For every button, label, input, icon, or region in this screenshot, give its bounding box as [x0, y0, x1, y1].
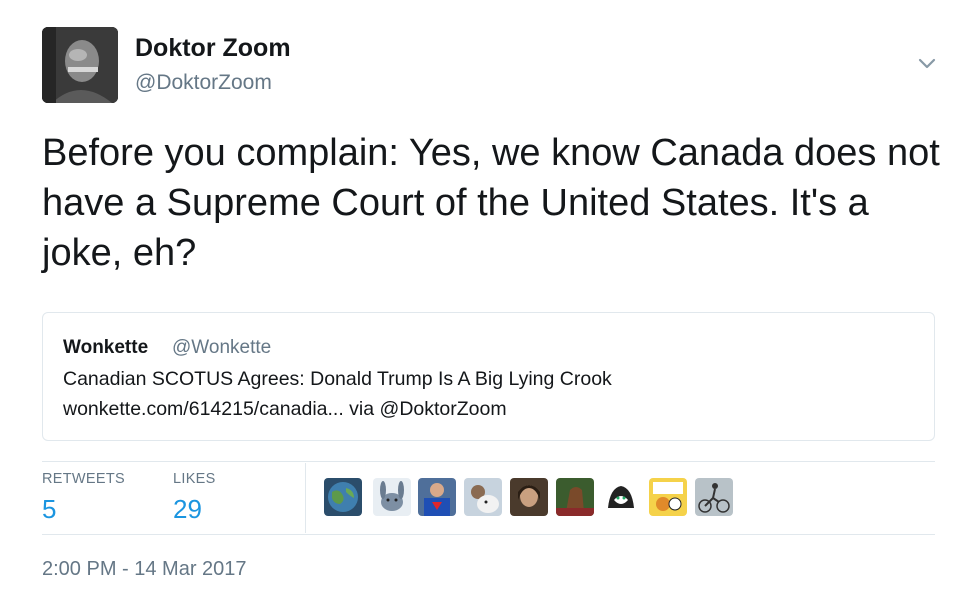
tweet-timestamp[interactable]: 2:00 PM - 14 Mar 2017 [42, 558, 247, 581]
quoted-headline: Canadian SCOTUS Agrees: Donald Trump Is … [63, 368, 612, 390]
quoted-author-handle: @Wonkette [172, 337, 272, 358]
quoted-tweet-card[interactable]: Wonkette @Wonkette Canadian SCOTUS Agree… [42, 312, 935, 441]
tweet-text: Before you complain: Yes, we know Canada… [42, 132, 940, 274]
stats-bottom-divider [42, 534, 935, 535]
eeyore-avatar[interactable] [373, 478, 411, 516]
tweet-container: Doktor Zoom @DoktorZoom Before you compl… [0, 0, 980, 596]
quoted-author-name: Wonkette [63, 337, 149, 358]
cat-avatar[interactable] [602, 478, 640, 516]
stats-top-divider [42, 461, 935, 462]
retweets-label: RETWEETS [42, 471, 125, 487]
dog-avatar[interactable] [464, 478, 502, 516]
woman-avatar[interactable] [510, 478, 548, 516]
horse-avatar[interactable] [556, 478, 594, 516]
earth-avatar[interactable] [324, 478, 362, 516]
superman-avatar[interactable] [418, 478, 456, 516]
author-handle[interactable]: @DoktorZoom [135, 71, 272, 95]
cartoon-avatar[interactable] [649, 478, 687, 516]
stats-vertical-divider [305, 463, 306, 533]
likes-count: 29 [173, 494, 202, 524]
retweets-count: 5 [42, 494, 57, 524]
cyclist-avatar[interactable] [695, 478, 733, 516]
author-avatar[interactable] [42, 27, 118, 103]
author-display-name[interactable]: Doktor Zoom [135, 34, 291, 63]
quoted-link-line: wonkette.com/614215/canadia... via @Dokt… [63, 398, 507, 420]
likes-label: LIKES [173, 471, 216, 487]
chevron-down-icon[interactable] [914, 52, 940, 74]
